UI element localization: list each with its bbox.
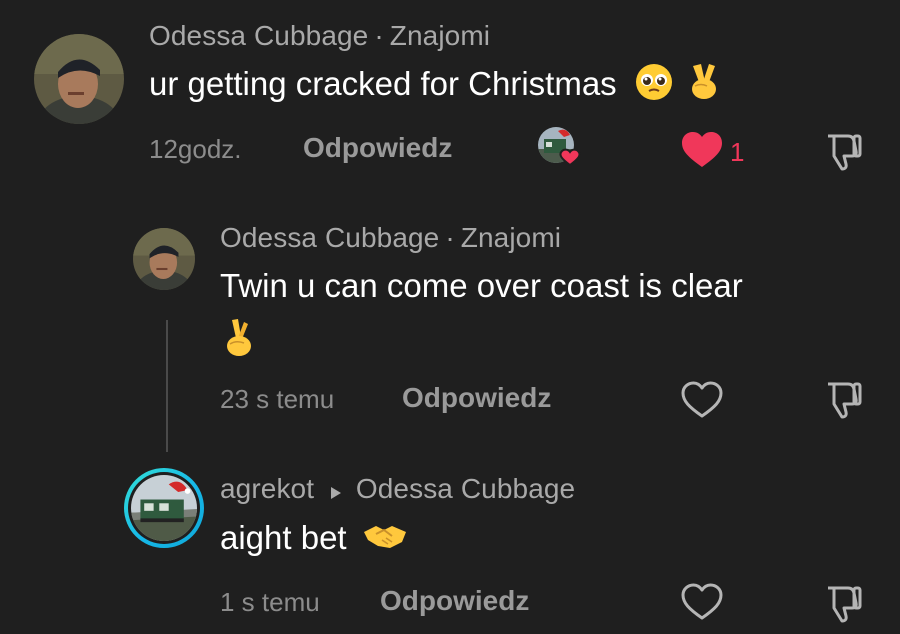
thumbs-down-icon[interactable] [822, 380, 864, 420]
victory-hand-emoji [685, 62, 723, 111]
comment-time: 1 s temu [220, 587, 320, 617]
avatar[interactable] [34, 34, 124, 124]
comment-time: 12godz. [149, 134, 242, 164]
avatar-image [131, 475, 197, 541]
thumbs-down-icon[interactable] [822, 584, 864, 624]
author-name[interactable]: Odessa Cubbage [220, 222, 439, 253]
crossed-fingers-emoji [222, 318, 256, 358]
relation-label: Znajomi [460, 222, 562, 253]
avatar-image [133, 228, 195, 290]
heart-outline-icon[interactable] [680, 380, 724, 420]
thumbs-down-icon[interactable] [822, 132, 864, 172]
relation-label: Znajomi [389, 20, 491, 51]
comment-author-line: Odessa Cubbage · Znajomi [220, 222, 561, 254]
comment-text-body: ur getting cracked for Christmas [149, 65, 617, 103]
avatar-ring-inner [128, 472, 200, 544]
comment-time: 23 s temu [220, 384, 335, 414]
caret-right-icon [330, 475, 342, 507]
author-name[interactable]: agrekot [220, 473, 314, 504]
heart-outline-icon[interactable] [680, 582, 724, 622]
thread-line [166, 320, 168, 452]
separator-dot: · [445, 222, 455, 253]
comment-author-line: agrekot Odessa Cubbage [220, 473, 575, 507]
heart-filled-icon[interactable] [680, 131, 724, 169]
comment-text-body: aight bet [220, 519, 347, 556]
avatar-image [34, 34, 124, 124]
like-count: 1 [730, 137, 745, 167]
comment-author-line: Odessa Cubbage · Znajomi [149, 20, 490, 52]
avatar[interactable] [124, 468, 204, 548]
avatar[interactable] [133, 228, 195, 290]
comment-text: Twin u can come over coast is clear [220, 267, 743, 304]
pleading-face-emoji [634, 62, 674, 111]
separator-dot: · [374, 20, 384, 51]
comment-text: ur getting cracked for Christmas [149, 62, 723, 111]
reply-to-name[interactable]: Odessa Cubbage [356, 473, 575, 504]
author-name[interactable]: Odessa Cubbage [149, 20, 368, 51]
creator-liked-avatar [536, 125, 582, 167]
reply-button[interactable]: Odpowiedz [303, 132, 452, 164]
reply-button[interactable]: Odpowiedz [380, 585, 529, 617]
comment-text: aight bet [220, 518, 408, 561]
handshake-emoji [362, 520, 408, 561]
reply-button[interactable]: Odpowiedz [402, 382, 551, 414]
